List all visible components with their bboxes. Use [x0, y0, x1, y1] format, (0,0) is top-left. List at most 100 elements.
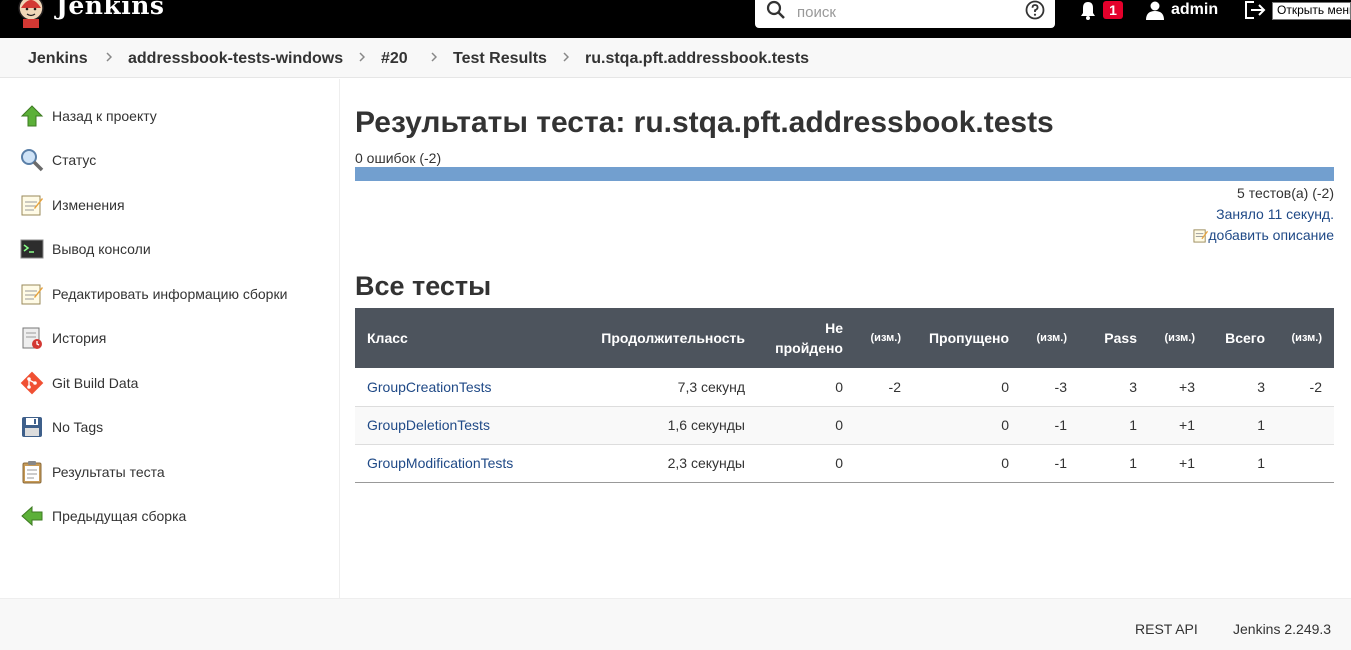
column-header-skipped[interactable]: Пропущено — [913, 308, 1021, 368]
sidebar-item-history[interactable]: История — [20, 324, 330, 352]
up-arrow-icon — [20, 105, 44, 127]
class-link[interactable]: GroupModificationTests — [367, 455, 513, 471]
sidebar-item-label: История — [52, 330, 107, 346]
sidebar-item-label: Редактировать информацию сборки — [52, 286, 288, 302]
breadcrumb-item-job[interactable]: addressbook-tests-windows — [128, 50, 343, 68]
total-cell: 1 — [1207, 444, 1277, 483]
duration-link[interactable]: Заняло 11 секунд. — [1216, 206, 1334, 222]
section-title: Все тесты — [355, 271, 492, 301]
class-cell: GroupDeletionTests — [355, 406, 565, 445]
sidebar-item-label: No Tags — [52, 419, 104, 435]
table-row: GroupDeletionTests 1,6 секунды 0 0 -1 1 … — [355, 406, 1334, 445]
class-link[interactable]: GroupCreationTests — [367, 379, 492, 395]
column-header-failed[interactable]: Не пройдено — [757, 308, 855, 368]
add-description-label: добавить описание — [1208, 227, 1334, 243]
class-cell: GroupModificationTests — [355, 444, 565, 483]
breadcrumb-item-jenkins[interactable]: Jenkins — [28, 50, 88, 68]
column-header-duration[interactable]: Продолжительность — [565, 308, 757, 368]
help-icon[interactable] — [1025, 0, 1045, 20]
skipped-cell: 0 — [913, 444, 1021, 483]
duration-cell: 2,3 секунды — [565, 444, 757, 483]
chevron-right-icon — [431, 52, 437, 62]
search-box — [755, 0, 1055, 28]
magnifier-icon — [21, 149, 44, 172]
test-results-table: Класс Продолжительность Не пройдено (изм… — [355, 308, 1334, 483]
sidebar-item-label: Предыдущая сборка — [52, 508, 187, 524]
failed-cell: 0 — [757, 406, 855, 445]
breadcrumb: Jenkins addressbook-tests-windows #20 Te… — [0, 38, 1351, 78]
sidebar-item-git-build-data[interactable]: Git Build Data — [20, 369, 330, 397]
sidebar-item-label: Вывод консоли — [52, 241, 151, 257]
duration-cell: 7,3 секунд — [565, 368, 757, 407]
version-link[interactable]: Jenkins 2.249.3 — [1233, 621, 1331, 637]
back-arrow-icon — [21, 505, 43, 527]
column-header-pass-diff[interactable]: (изм.) — [1149, 308, 1207, 368]
git-icon — [20, 371, 44, 395]
column-header-class[interactable]: Класс — [355, 308, 565, 368]
user-name-link[interactable]: admin — [1171, 1, 1218, 19]
history-icon — [22, 327, 42, 349]
main-content: Результаты теста: ru.stqa.pft.addressboo… — [341, 79, 1351, 598]
sidebar-item-no-tags[interactable]: No Tags — [20, 413, 330, 441]
failed-diff-cell: -2 — [855, 368, 913, 407]
sidebar-item-edit-build-info[interactable]: Редактировать информацию сборки — [20, 280, 330, 308]
skipped-diff-cell: -1 — [1021, 444, 1079, 483]
failed-cell: 0 — [757, 368, 855, 407]
notepad-icon — [1193, 229, 1209, 243]
user-icon[interactable] — [1145, 0, 1165, 20]
floppy-icon — [22, 417, 42, 437]
sidebar-item-label: Git Build Data — [52, 375, 139, 391]
pass-cell: 1 — [1079, 444, 1149, 483]
chevron-right-icon — [359, 52, 365, 62]
skipped-cell: 0 — [913, 406, 1021, 445]
brand-title[interactable]: Jenkins — [56, 0, 164, 20]
column-header-total[interactable]: Всего — [1207, 308, 1277, 368]
pass-diff-cell: +3 — [1149, 368, 1207, 407]
jenkins-logo-icon[interactable] — [17, 0, 45, 28]
chevron-right-icon — [563, 52, 569, 62]
class-cell: GroupCreationTests — [355, 368, 565, 407]
total-cell: 1 — [1207, 406, 1277, 445]
search-icon — [766, 0, 785, 19]
column-header-failed-diff[interactable]: (изм.) — [855, 308, 913, 368]
class-link[interactable]: GroupDeletionTests — [367, 417, 490, 433]
rest-api-link[interactable]: REST API — [1135, 621, 1198, 637]
top-header: Jenkins 1 admin Открыть меню — [0, 0, 1351, 38]
notification-badge[interactable]: 1 — [1103, 1, 1123, 19]
clipboard-icon — [22, 461, 42, 484]
skipped-cell: 0 — [913, 368, 1021, 407]
breadcrumb-item-package[interactable]: ru.stqa.pft.addressbook.tests — [585, 50, 809, 68]
add-description-link[interactable]: добавить описание — [1193, 227, 1334, 243]
test-result-bar — [355, 167, 1334, 181]
sidebar-item-console-output[interactable]: Вывод консоли — [20, 235, 330, 263]
sidebar-item-back-to-project[interactable]: Назад к проекту — [20, 102, 330, 130]
search-input[interactable] — [797, 2, 1017, 22]
footer: REST API Jenkins 2.249.3 — [0, 598, 1351, 650]
sidebar-item-previous-build[interactable]: Предыдущая сборка — [20, 502, 330, 530]
sidebar-item-status[interactable]: Статус — [20, 146, 330, 174]
sidebar-item-label: Назад к проекту — [52, 108, 157, 124]
table-header-row: Класс Продолжительность Не пройдено (изм… — [355, 308, 1334, 368]
bell-icon[interactable] — [1078, 0, 1098, 20]
failed-diff-cell — [855, 406, 913, 445]
total-cell: 3 — [1207, 368, 1277, 407]
logout-icon[interactable] — [1244, 0, 1268, 20]
sidebar-item-test-results[interactable]: Результаты теста — [20, 458, 330, 486]
column-header-skipped-diff[interactable]: (изм.) — [1021, 308, 1079, 368]
sidebar-item-label: Изменения — [52, 197, 125, 213]
column-header-pass[interactable]: Pass — [1079, 308, 1149, 368]
column-header-total-diff[interactable]: (изм.) — [1277, 308, 1334, 368]
sidebar-item-label: Результаты теста — [52, 464, 165, 480]
skipped-diff-cell: -1 — [1021, 406, 1079, 445]
sidebar-item-changes[interactable]: Изменения — [20, 191, 330, 219]
breadcrumb-item-test-results[interactable]: Test Results — [453, 50, 547, 68]
terminal-icon — [20, 239, 44, 259]
logout-tooltip: Открыть меню — [1272, 2, 1351, 20]
failed-diff-cell — [855, 444, 913, 483]
page-title: Результаты теста: ru.stqa.pft.addressboo… — [355, 106, 1054, 139]
sidebar: Назад к проекту Статус Изменения Вывод к… — [0, 79, 340, 598]
breadcrumb-item-build[interactable]: #20 — [381, 50, 408, 68]
skipped-diff-cell: -3 — [1021, 368, 1079, 407]
total-diff-cell — [1277, 406, 1334, 445]
pass-diff-cell: +1 — [1149, 406, 1207, 445]
